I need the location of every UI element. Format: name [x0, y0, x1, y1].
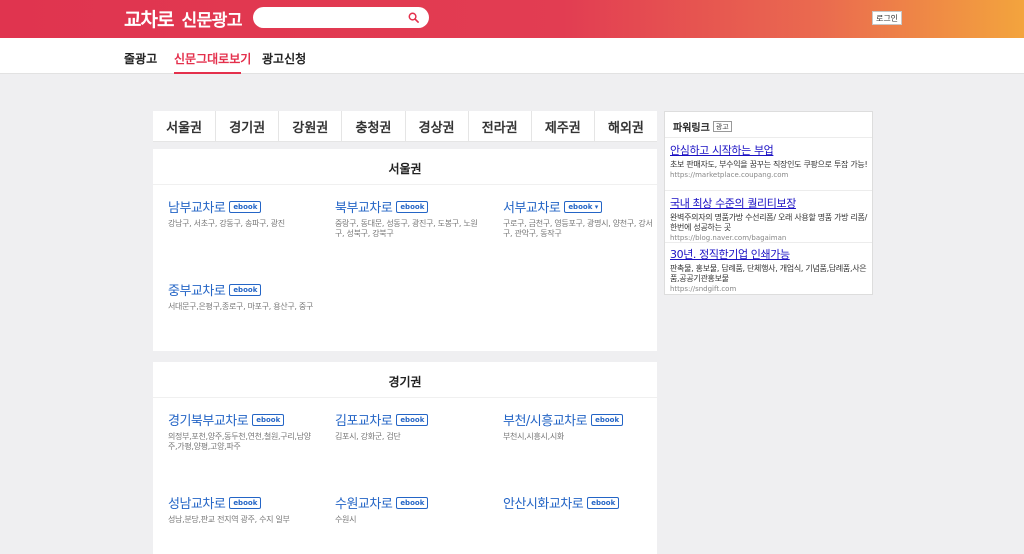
- ebook-button[interactable]: ebook: [252, 413, 285, 426]
- nav-item-newspaper-view[interactable]: 신문그대로보기: [174, 50, 251, 67]
- region-tab-jeolla[interactable]: 전라권: [469, 111, 532, 141]
- section-gyeonggi: 경기권 경기북부교차로 ebook 의정부,포천,양주,동두천,연천,철원,구리…: [153, 362, 657, 554]
- ad-description: 판촉물, 홍보물, 답례품, 단체행사, 개업식, 기념품,답례품,사은품,공공…: [670, 264, 867, 283]
- ad-item: 국내 최상 수준의 퀄리티보장 완벽주의자의 명품가방 수선리폼/ 오래 사용할…: [670, 195, 870, 242]
- divider: [665, 137, 872, 138]
- ebook-button[interactable]: ebook: [229, 283, 262, 296]
- paper-areas: 서대문구,은평구,종로구, 마포구, 용산구, 중구: [168, 302, 314, 311]
- paper-areas: 성남,분당,판교 전지역 광주, 수지 일부: [168, 515, 290, 524]
- ad-description: 초보 판매자도, 부수익을 꿈꾸는 직장인도 쿠팡으로 투잡 가능!: [670, 160, 868, 169]
- divider: [665, 190, 872, 191]
- region-tab-gangwon[interactable]: 강원권: [279, 111, 343, 141]
- section-title: 경기권: [388, 375, 422, 389]
- power-link-title: 파워링크: [673, 123, 710, 134]
- paper-name-link[interactable]: 남부교차로: [168, 197, 226, 216]
- paper-name-link[interactable]: 성남교차로: [168, 493, 226, 512]
- paper-card: 북부교차로 ebook 중랑구, 동대문, 성동구, 광진구, 도봉구, 노원구…: [335, 197, 485, 239]
- paper-card: 경기북부교차로 ebook 의정부,포천,양주,동두천,연천,철원,구리,남양주…: [168, 410, 318, 452]
- paper-name-link[interactable]: 북부교차로: [335, 197, 393, 216]
- power-link-header: 파워링크 광고: [673, 119, 732, 134]
- paper-name-link[interactable]: 경기북부교차로: [168, 410, 249, 429]
- nav-item-line-ads[interactable]: 줄광고: [124, 50, 157, 67]
- paper-card: 김포교차로 ebook 김포시, 강화군, 검단: [335, 410, 485, 442]
- ad-description: 완벽주의자의 명품가방 수선리폼/ 오래 사용할 명품 가방 리폼/ 한번에 성…: [670, 213, 867, 232]
- paper-name-link[interactable]: 안산시화교차로: [503, 493, 584, 512]
- paper-card: 남부교차로 ebook 강남구, 서초구, 강동구, 송파구, 광진: [168, 197, 318, 229]
- paper-card: 중부교차로 ebook 서대문구,은평구,종로구, 마포구, 용산구, 중구: [168, 280, 318, 312]
- search-icon[interactable]: [408, 12, 419, 23]
- region-tab-gyeongsang[interactable]: 경상권: [406, 111, 469, 141]
- divider: [153, 184, 657, 185]
- ad-badge: 광고: [712, 121, 732, 132]
- ad-title-link[interactable]: 국내 최상 수준의 퀄리티보장: [670, 195, 870, 211]
- paper-areas: 부천시,시흥시,시화: [503, 432, 564, 441]
- search-box: [253, 7, 429, 28]
- paper-name-link[interactable]: 김포교차로: [335, 410, 393, 429]
- ebook-button[interactable]: ebook: [587, 496, 620, 509]
- region-tab-overseas[interactable]: 해외권: [595, 111, 657, 141]
- ebook-button[interactable]: ebook: [396, 496, 429, 509]
- power-link-box: 파워링크 광고 안심하고 시작하는 부업 초보 판매자도, 부수익을 꿈꾸는 직…: [664, 111, 873, 295]
- ebook-button[interactable]: ebook: [396, 413, 429, 426]
- ad-url[interactable]: https://sndgift.com: [670, 285, 870, 293]
- ad-title-link[interactable]: 30년. 정직한기업 인쇄가능: [670, 246, 870, 262]
- ebook-button[interactable]: ebook: [229, 200, 262, 213]
- ad-url[interactable]: https://marketplace.coupang.com: [670, 171, 870, 179]
- ad-url[interactable]: https://blog.naver.com/bagaiman: [670, 234, 870, 242]
- ad-item: 안심하고 시작하는 부업 초보 판매자도, 부수익을 꿈꾸는 직장인도 쿠팡으로…: [670, 142, 870, 179]
- paper-card: 서부교차로 ebook ▾ 구로구, 금천구, 영등포구, 광명시, 양천구, …: [503, 197, 653, 239]
- login-button[interactable]: 로그인: [872, 11, 902, 25]
- paper-card: 안산시화교차로 ebook: [503, 493, 653, 515]
- paper-card: 성남교차로 ebook 성남,분당,판교 전지역 광주, 수지 일부: [168, 493, 318, 525]
- logo-main-text: 교차로: [124, 8, 174, 31]
- paper-card: 수원교차로 ebook 수원시: [335, 493, 485, 525]
- ad-item: 30년. 정직한기업 인쇄가능 판촉물, 홍보물, 답례품, 단체행사, 개업식…: [670, 246, 870, 293]
- paper-name-link[interactable]: 부천/시흥교차로: [503, 410, 588, 429]
- paper-name-link[interactable]: 서부교차로: [503, 197, 561, 216]
- sub-navigation: 줄광고 신문그대로보기 광고신청: [0, 38, 1024, 74]
- paper-areas: 의정부,포천,양주,동두천,연천,철원,구리,남양주,가평,양평,고양,파주: [168, 432, 311, 451]
- divider: [665, 242, 872, 243]
- paper-areas: 김포시, 강화군, 검단: [335, 432, 401, 441]
- paper-areas: 수원시: [335, 515, 357, 524]
- ebook-button[interactable]: ebook: [396, 200, 429, 213]
- site-logo[interactable]: 교차로 신문광고: [124, 6, 243, 31]
- top-header: 교차로 신문광고 로그인: [0, 0, 1024, 38]
- region-tab-chungcheong[interactable]: 충청권: [342, 111, 406, 141]
- paper-areas: 구로구, 금천구, 영등포구, 광명시, 양천구, 강서구, 관악구, 동작구: [503, 219, 653, 238]
- ebook-button[interactable]: ebook: [591, 413, 624, 426]
- paper-name-link[interactable]: 중부교차로: [168, 280, 226, 299]
- region-tab-jeju[interactable]: 제주권: [532, 111, 595, 141]
- paper-areas: 중랑구, 동대문, 성동구, 광진구, 도봉구, 노원구, 성북구, 강북구: [335, 219, 478, 238]
- active-nav-underline: [174, 72, 241, 74]
- region-tab-gyeonggi[interactable]: 경기권: [216, 111, 280, 141]
- section-title: 서울권: [388, 162, 422, 176]
- nav-item-ad-apply[interactable]: 광고신청: [262, 50, 306, 67]
- region-tabs: 서울권 경기권 강원권 충청권 경상권 전라권 제주권 해외권: [153, 111, 657, 142]
- paper-areas: 강남구, 서초구, 강동구, 송파구, 광진: [168, 219, 285, 228]
- paper-name-link[interactable]: 수원교차로: [335, 493, 393, 512]
- ebook-button[interactable]: ebook: [229, 496, 262, 509]
- divider: [153, 397, 657, 398]
- logo-sub-text: 신문광고: [181, 10, 243, 31]
- section-seoul: 서울권 남부교차로 ebook 강남구, 서초구, 강동구, 송파구, 광진 북…: [153, 149, 657, 351]
- ebook-dropdown-button[interactable]: ebook ▾: [564, 200, 603, 213]
- search-input[interactable]: [263, 10, 403, 25]
- ad-title-link[interactable]: 안심하고 시작하는 부업: [670, 142, 870, 158]
- paper-card: 부천/시흥교차로 ebook 부천시,시흥시,시화: [503, 410, 653, 442]
- region-tab-seoul[interactable]: 서울권: [153, 111, 217, 141]
